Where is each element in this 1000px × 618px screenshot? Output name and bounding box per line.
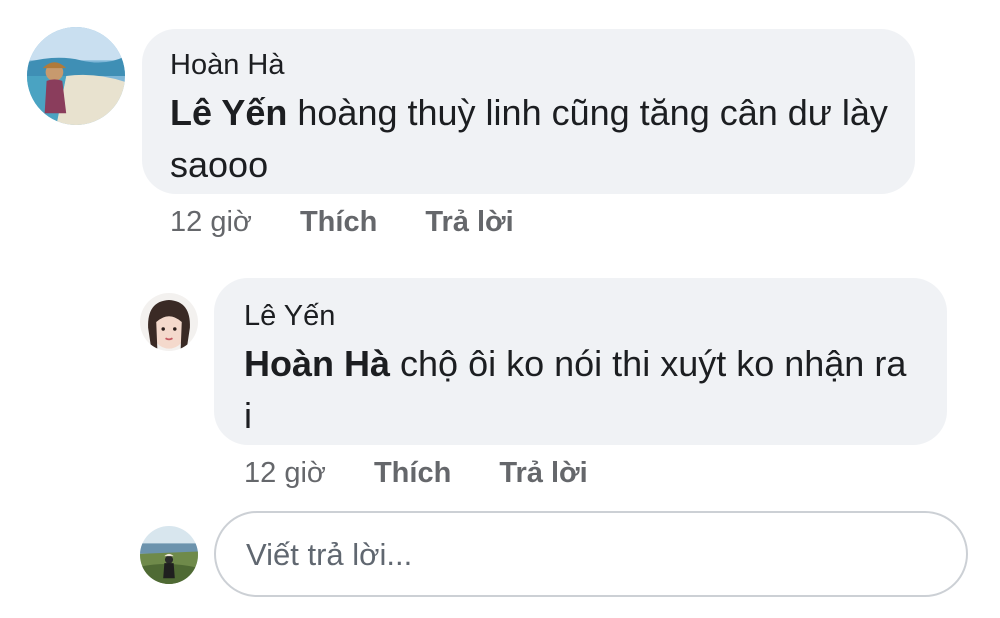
comment-thread: Hoàn Hà Lê Yến hoàng thuỳ linh cũng tăng… — [0, 0, 1000, 618]
mention-link[interactable]: Hoàn Hà — [244, 343, 390, 384]
comment-bubble: Lê Yến Hoàn Hà chộ ôi ko nói thi xuýt ko… — [214, 278, 947, 445]
like-button[interactable]: Thích — [374, 455, 451, 491]
comment-author[interactable]: Lê Yến — [244, 298, 919, 334]
avatar-image — [27, 27, 125, 125]
comment-timestamp[interactable]: 12 giờ — [244, 455, 326, 491]
avatar[interactable] — [27, 27, 125, 125]
comment-actions: 12 giờ Thích Trả lời — [170, 204, 514, 240]
avatar[interactable] — [140, 293, 198, 351]
avatar-image — [140, 293, 198, 351]
reply-button[interactable]: Trả lời — [425, 204, 513, 240]
reply-input[interactable] — [244, 513, 938, 597]
avatar[interactable] — [140, 526, 198, 584]
comment-actions: 12 giờ Thích Trả lời — [244, 455, 588, 491]
comment-text: Hoàn Hà chộ ôi ko nói thi xuýt ko nhận r… — [244, 338, 924, 442]
comment-text: Lê Yến hoàng thuỳ linh cũng tăng cân dư … — [170, 87, 890, 191]
comment-author[interactable]: Hoàn Hà — [170, 47, 887, 83]
reply-button[interactable]: Trả lời — [499, 455, 587, 491]
mention-link[interactable]: Lê Yến — [170, 92, 287, 133]
avatar-image — [140, 526, 198, 584]
reply-composer — [214, 511, 968, 597]
comment-bubble: Hoàn Hà Lê Yến hoàng thuỳ linh cũng tăng… — [142, 29, 915, 194]
like-button[interactable]: Thích — [300, 204, 377, 240]
comment-timestamp[interactable]: 12 giờ — [170, 204, 252, 240]
